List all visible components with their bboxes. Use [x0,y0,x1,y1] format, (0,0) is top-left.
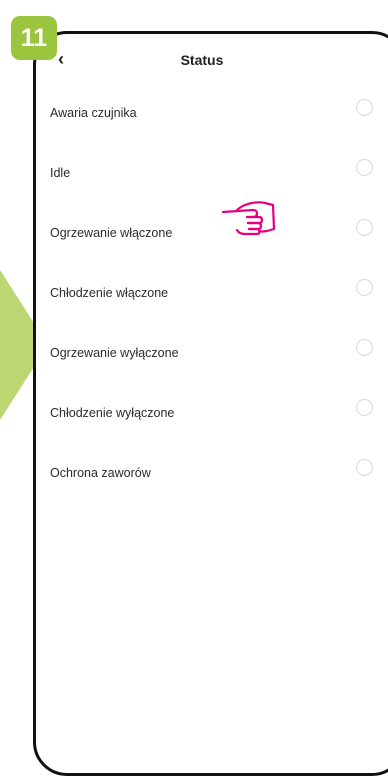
status-option[interactable]: Chłodzenie włączone [36,266,388,326]
status-option[interactable]: Awaria czujnika [36,86,388,146]
status-option[interactable]: Ogrzewanie włączone [36,206,388,266]
status-option-label: Awaria czujnika [50,106,137,120]
step-number-badge: 11 [11,16,57,60]
status-option-label: Chłodzenie wyłączone [50,406,175,420]
radio-button[interactable] [356,219,373,236]
page-title: Status [180,52,224,68]
status-option[interactable]: Ochrona zaworów [36,446,388,506]
status-option-label: Idle [50,166,71,180]
status-option-label: Ogrzewanie włączone [50,226,173,240]
radio-button[interactable] [356,459,373,476]
radio-button[interactable] [356,339,373,356]
phone-screen: ‹ Status Awaria czujnika Idle Ogrzewanie… [33,31,388,776]
radio-button[interactable] [356,279,373,296]
status-option-label: Chłodzenie włączone [50,286,169,300]
status-option-label: Ochrona zaworów [50,466,151,480]
header-bar: ‹ Status [36,34,388,86]
status-option[interactable]: Idle [36,146,388,206]
status-option[interactable]: Ogrzewanie wyłączone [36,326,388,386]
status-option-label: Ogrzewanie wyłączone [50,346,179,360]
radio-button[interactable] [356,159,373,176]
radio-button[interactable] [356,99,373,116]
pointing-hand-icon [221,201,276,236]
status-option[interactable]: Chłodzenie wyłączone [36,386,388,446]
status-options-list: Awaria czujnika Idle Ogrzewanie włączone… [36,86,388,506]
radio-button[interactable] [356,399,373,416]
